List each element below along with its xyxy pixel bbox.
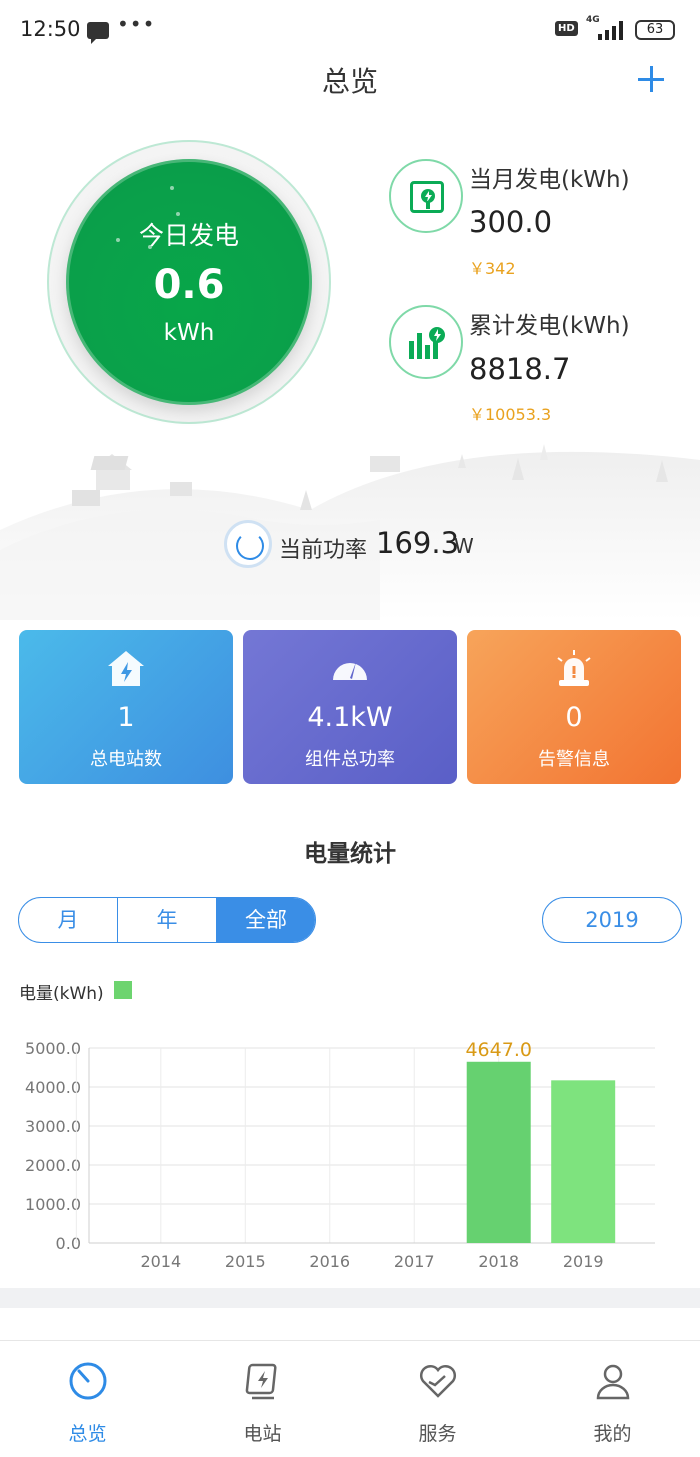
landscape-illustration: [0, 444, 700, 620]
x-tick-label: 2019: [563, 1252, 604, 1271]
overview-dial-icon: [69, 1362, 107, 1400]
sparkle-dot: [170, 186, 174, 190]
page-title: 总览: [321, 65, 378, 98]
bottom-nav: 总览 电站 服务 我的: [0, 1340, 700, 1457]
x-tick-label: 2015: [225, 1252, 266, 1271]
total-title: 累计发电(kWh): [469, 313, 630, 339]
profile-icon: [596, 1364, 630, 1400]
station-icon: [245, 1363, 277, 1400]
nav-service[interactable]: 服务: [350, 1341, 525, 1457]
legend-swatch: [114, 981, 132, 999]
x-tick-label: 2016: [309, 1252, 350, 1271]
status-time: 12:50: [20, 17, 81, 41]
add-plus-icon[interactable]: [636, 64, 666, 94]
status-bar: 12:50 ••• HD 4G 63: [0, 0, 700, 60]
section-divider: [0, 1288, 700, 1308]
tile-alarm-label: 告警信息: [538, 749, 610, 770]
power-pulse-icon: [224, 520, 272, 568]
y-tick-label: 3000.0: [25, 1117, 81, 1136]
monthly-money: ￥342: [469, 259, 516, 278]
y-tick-label: 4000.0: [25, 1078, 81, 1097]
home-bolt-icon: [108, 651, 144, 686]
period-segmented-control: 月 年 全部: [18, 897, 316, 943]
nav-service-label: 服务: [418, 1423, 457, 1445]
tile-alarm-value: 0: [565, 702, 583, 733]
bar-2018: [466, 1061, 531, 1243]
nav-overview[interactable]: 总览: [0, 1341, 175, 1457]
nav-station[interactable]: 电站: [175, 1341, 350, 1457]
message-icon: [87, 22, 109, 44]
tile-total-power-label: 组件总功率: [305, 749, 395, 770]
nav-mine[interactable]: 我的: [525, 1341, 700, 1457]
bar-chart-icon: [389, 305, 463, 379]
tab-month[interactable]: 月: [19, 898, 117, 942]
x-tick-label: 2018: [478, 1252, 519, 1271]
tab-year[interactable]: 年: [117, 898, 216, 942]
y-tick-label: 2000.0: [25, 1156, 81, 1175]
year-picker-button[interactable]: 2019: [542, 897, 682, 943]
signal-icon: [598, 20, 628, 40]
tile-station-count-label: 总电站数: [90, 749, 162, 770]
tile-station-count[interactable]: 1 总电站数: [19, 630, 233, 784]
solar-panel-icon: [389, 159, 463, 233]
nav-station-label: 电站: [243, 1423, 282, 1445]
current-power-value: 169.3: [376, 526, 460, 560]
y-tick-label: 1000.0: [25, 1195, 81, 1214]
x-tick-label: 2017: [394, 1252, 435, 1271]
current-power-unit: W: [454, 534, 474, 558]
today-value: 0.6: [153, 262, 225, 308]
tile-station-count-value: 1: [117, 702, 135, 733]
nav-overview-label: 总览: [68, 1423, 107, 1445]
bar-value-label: 4647.0: [465, 1039, 531, 1061]
monthly-value: 300.0: [469, 205, 553, 239]
energy-bar-chart: 0.0 1000.0 2000.0 3000.0 4000.0 5000.0 2014 201…: [25, 1039, 655, 1271]
y-tick-label: 0.0: [56, 1234, 81, 1253]
battery-icon: 63: [635, 20, 675, 40]
section-title: 电量统计: [304, 841, 396, 867]
x-tick-label: 2014: [140, 1252, 181, 1271]
nav-mine-label: 我的: [593, 1423, 632, 1445]
bar-2019: [551, 1080, 616, 1243]
today-unit: kWh: [163, 320, 215, 346]
alarm-icon: [557, 650, 591, 686]
more-notifications-icon: •••: [117, 12, 156, 36]
total-value: 8818.7: [469, 352, 571, 386]
tile-alarm[interactable]: 0 告警信息: [467, 630, 681, 784]
legend-label: 电量(kWh): [19, 984, 104, 1004]
monthly-title: 当月发电(kWh): [469, 167, 630, 193]
tab-all[interactable]: 全部: [216, 898, 315, 942]
gauge-icon: [333, 662, 367, 680]
service-heart-icon: [420, 1365, 456, 1398]
tile-total-power[interactable]: 4.1kW 组件总功率: [243, 630, 457, 784]
today-label: 今日发电: [138, 221, 239, 250]
hd-badge: HD: [555, 21, 578, 36]
y-tick-label: 5000.0: [25, 1039, 81, 1058]
tile-total-power-value: 4.1kW: [307, 702, 393, 733]
current-power-label: 当前功率: [279, 538, 368, 563]
